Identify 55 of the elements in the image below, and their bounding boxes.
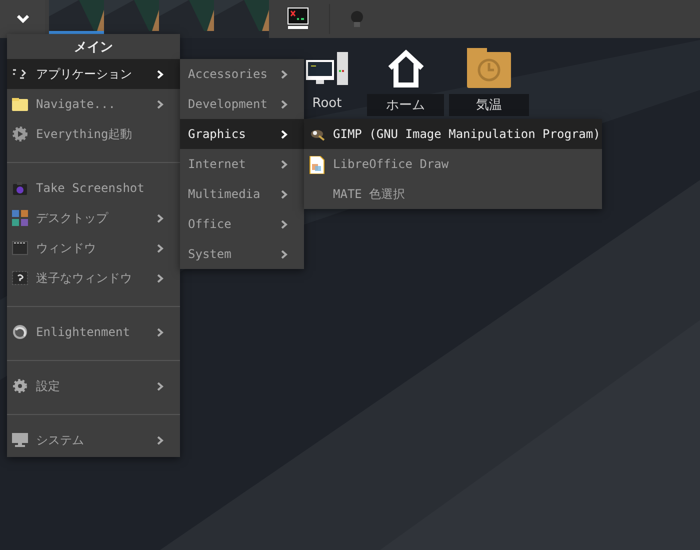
chevron-right-icon bbox=[281, 250, 288, 258]
draw-document-icon bbox=[309, 156, 325, 174]
clock-folder-icon[interactable] bbox=[465, 48, 513, 88]
menu-item[interactable]: Development bbox=[180, 89, 304, 119]
menu-item[interactable]: GIMP (GNU Image Manipulation Program) bbox=[304, 119, 602, 149]
chevron-right-icon bbox=[281, 130, 288, 138]
menu-item[interactable]: Graphics bbox=[180, 119, 304, 149]
chevron-right-icon bbox=[281, 100, 288, 108]
menu-item[interactable]: デスクトップ bbox=[7, 203, 180, 233]
chevron-right-icon bbox=[157, 70, 164, 78]
chevron-right-icon bbox=[281, 190, 288, 198]
terminal-icon[interactable] bbox=[287, 7, 309, 31]
menu-item[interactable]: システム bbox=[7, 425, 180, 455]
menu-item[interactable]: MATE 色選択 bbox=[304, 179, 602, 209]
chevron-right-icon bbox=[281, 160, 288, 168]
chevron-right-icon bbox=[157, 244, 164, 252]
icon-label: ホーム bbox=[367, 94, 444, 116]
gear-icon bbox=[12, 378, 28, 394]
menu-item[interactable]: 迷子なウィンドウ bbox=[7, 263, 180, 293]
window-icon bbox=[12, 240, 28, 256]
menu-item[interactable]: ウィンドウ bbox=[7, 233, 180, 263]
chevron-right-icon bbox=[157, 382, 164, 390]
icon-label: Root bbox=[311, 95, 343, 113]
menu-item[interactable]: Take Screenshot bbox=[7, 173, 180, 203]
menu-item[interactable]: Internet bbox=[180, 149, 304, 179]
question-window-icon bbox=[12, 270, 28, 286]
folder-icon bbox=[12, 96, 28, 112]
menu-item[interactable]: 設定 bbox=[7, 371, 180, 401]
menu-item[interactable]: Multimedia bbox=[180, 179, 304, 209]
enlightenment-icon bbox=[12, 324, 28, 340]
menu-item[interactable]: アプリケーション bbox=[7, 59, 180, 89]
menu-item[interactable]: Navigate... bbox=[7, 89, 180, 119]
chevron-right-icon bbox=[157, 274, 164, 282]
camera-icon bbox=[12, 180, 28, 196]
menu-item[interactable]: Enlightenment bbox=[7, 317, 180, 347]
chevron-right-icon bbox=[157, 214, 164, 222]
menu-title: メイン bbox=[73, 38, 114, 56]
menu-item[interactable]: LibreOffice Draw bbox=[304, 149, 602, 179]
chevron-right-icon bbox=[157, 436, 164, 444]
menu-item[interactable]: System bbox=[180, 239, 304, 269]
chevron-right-icon bbox=[281, 70, 288, 78]
chevron-right-icon bbox=[157, 100, 164, 108]
icon-label: 気温 bbox=[449, 94, 529, 116]
workspace-thumbnail[interactable] bbox=[159, 0, 214, 38]
workspace-thumbnail[interactable] bbox=[214, 0, 269, 38]
gear-icon bbox=[12, 126, 28, 142]
menu-item[interactable]: Everything起動 bbox=[7, 119, 180, 149]
chevron-right-icon bbox=[281, 220, 288, 228]
menu-item[interactable]: Accessories bbox=[180, 59, 304, 89]
desktop-grid-icon bbox=[12, 210, 28, 226]
menu-item[interactable]: Office bbox=[180, 209, 304, 239]
chevron-down-icon bbox=[16, 15, 28, 23]
monitor-icon bbox=[12, 432, 28, 448]
home-icon[interactable] bbox=[386, 48, 426, 88]
chevron-right-icon bbox=[157, 328, 164, 336]
